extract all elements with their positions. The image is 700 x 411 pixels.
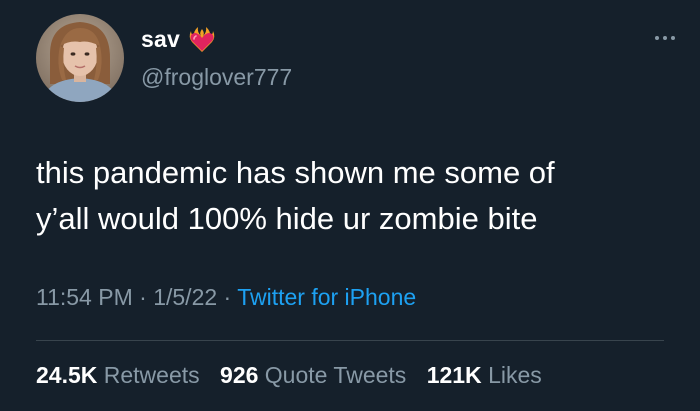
tweet-card: sav @froglover777 this pandemic has show… [0, 0, 700, 411]
tweet-text-line: this pandemic has shown me some of [36, 155, 555, 190]
likes-label: Likes [488, 362, 542, 388]
meta-separator: · [223, 284, 232, 310]
tweet-stats: 24.5K Retweets 926 Quote Tweets 121K Lik… [36, 362, 556, 389]
retweets-stat[interactable]: 24.5K Retweets [36, 362, 200, 388]
likes-count: 121K [426, 362, 482, 388]
retweets-count: 24.5K [36, 362, 98, 388]
display-name[interactable]: sav [141, 26, 180, 53]
quote-tweets-stat[interactable]: 926 Quote Tweets [220, 362, 406, 388]
tweet-text: this pandemic has shown me some of y’all… [36, 150, 676, 242]
tweet-date[interactable]: 1/5/22 [153, 284, 217, 310]
more-options-icon[interactable] [648, 30, 682, 46]
tweet-time[interactable]: 11:54 PM [36, 284, 133, 310]
likes-stat[interactable]: 121K Likes [427, 362, 542, 388]
meta-separator: · [139, 284, 147, 310]
tweet-source-link[interactable]: Twitter for iPhone [237, 284, 416, 310]
tweet-meta: 11:54 PM · 1/5/22 · Twitter for iPhone [36, 284, 416, 311]
heart-on-fire-icon [188, 26, 216, 54]
name-row: sav [141, 24, 216, 54]
tweet-text-line: y’all would 100% hide ur zombie bite [36, 201, 538, 236]
user-handle[interactable]: @froglover777 [141, 64, 292, 91]
retweets-label: Retweets [103, 362, 200, 388]
quote-tweets-label: Quote Tweets [264, 362, 407, 388]
quote-tweets-count: 926 [220, 362, 259, 388]
avatar[interactable] [36, 14, 124, 102]
avatar-image [36, 14, 124, 102]
divider [36, 340, 664, 341]
